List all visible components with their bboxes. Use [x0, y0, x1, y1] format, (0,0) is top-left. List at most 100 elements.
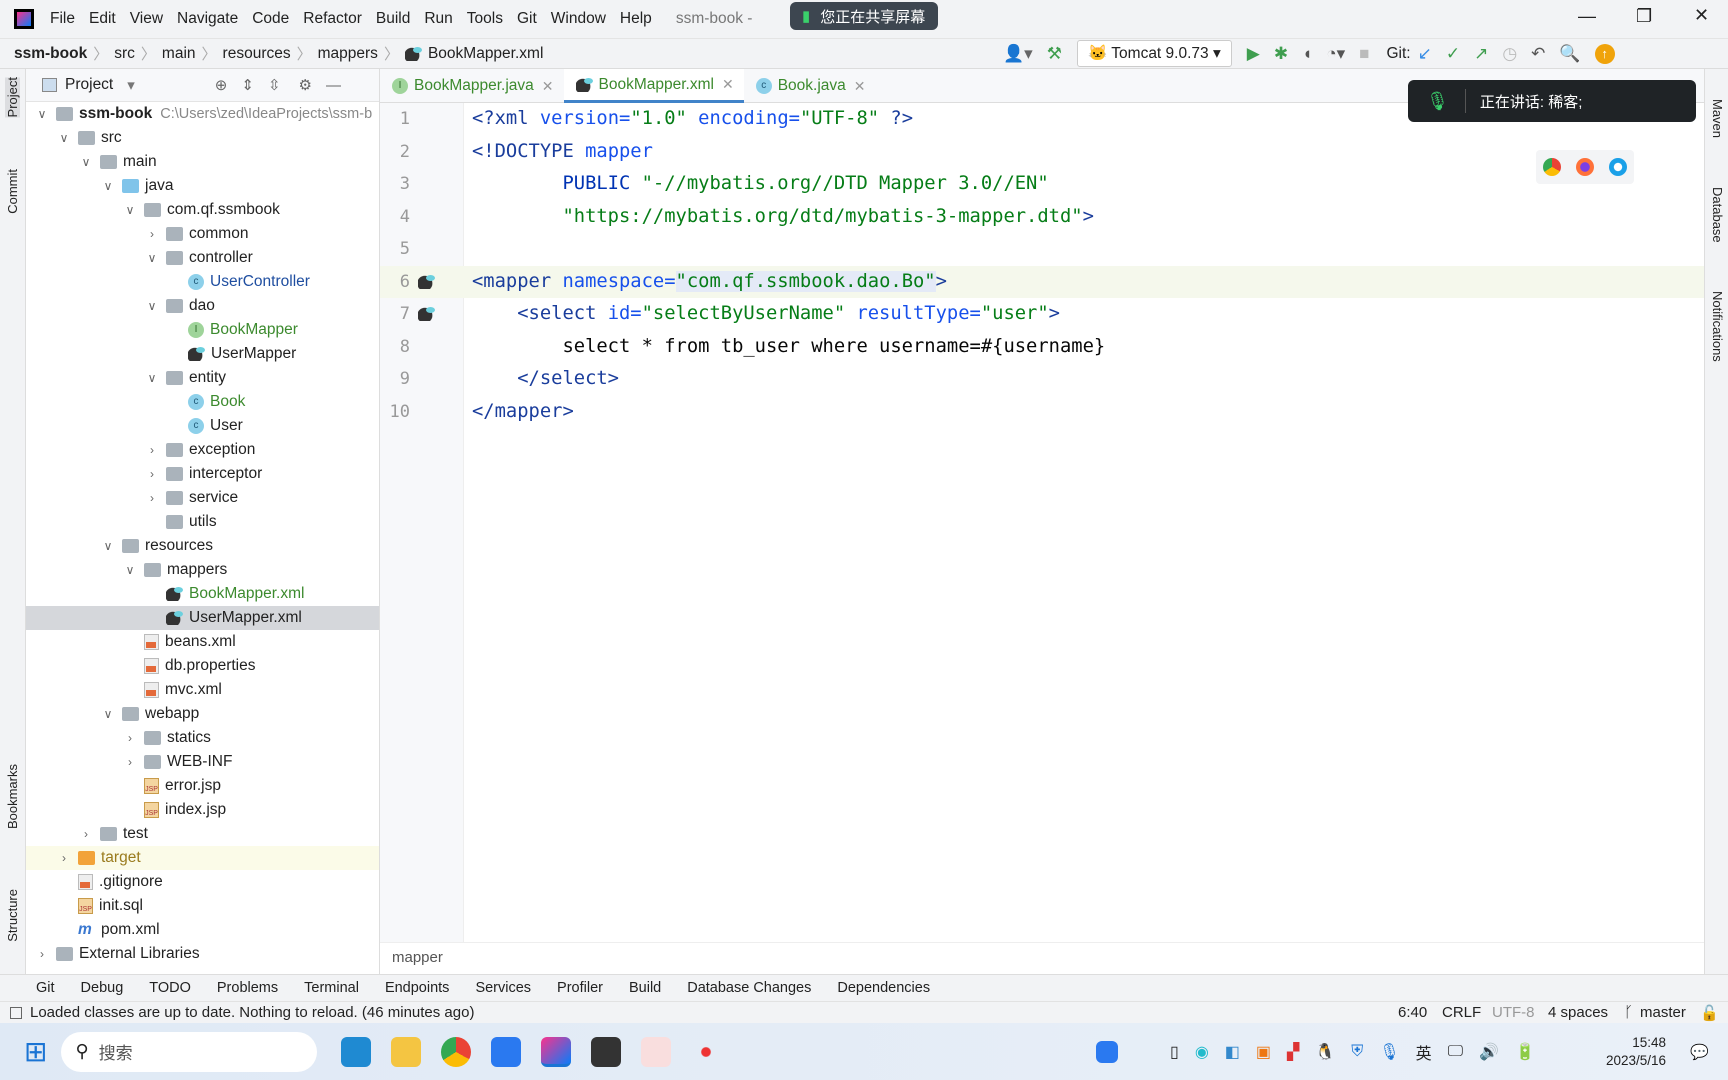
- tree-item[interactable]: › test: [26, 822, 379, 846]
- taskbar-search[interactable]: ⚲ 搜索: [61, 1031, 318, 1072]
- tencent-meeting-icon[interactable]: [491, 1036, 522, 1067]
- chevron-down-icon[interactable]: ∨: [100, 707, 116, 721]
- close-tab-icon[interactable]: ✕: [854, 78, 866, 95]
- chevron-right-icon[interactable]: ›: [78, 827, 94, 841]
- stop-icon[interactable]: ■: [1359, 44, 1369, 64]
- clock[interactable]: 15:48 2023/5/16: [1606, 1034, 1666, 1070]
- breadcrumb-item[interactable]: resources: [223, 45, 291, 63]
- chevron-right-icon[interactable]: ›: [144, 227, 160, 241]
- tool-tab-todo[interactable]: TODO: [149, 980, 191, 996]
- commit-tool-button[interactable]: Commit: [5, 169, 20, 214]
- maven-tool-button[interactable]: Maven: [1710, 99, 1725, 138]
- status-message[interactable]: Loaded classes are up to date. Nothing t…: [30, 1004, 474, 1021]
- coverage-icon[interactable]: ◖: [1302, 44, 1312, 64]
- minimize-button[interactable]: —: [1578, 6, 1596, 27]
- tool-tab-terminal[interactable]: Terminal: [304, 980, 359, 996]
- windows-start-icon[interactable]: ⊞: [24, 1035, 47, 1068]
- tool-tab-services[interactable]: Services: [475, 980, 531, 996]
- close-button[interactable]: ✕: [1694, 5, 1709, 26]
- tree-item[interactable]: c UserController: [26, 270, 379, 294]
- chevron-down-icon[interactable]: ∨: [100, 539, 116, 553]
- bookmarks-tool-button[interactable]: Bookmarks: [5, 764, 20, 829]
- breadcrumb-item[interactable]: ssm-book: [14, 45, 87, 63]
- tree-item[interactable]: utils: [26, 510, 379, 534]
- tab-bookmapper-java[interactable]: I BookMapper.java ✕: [380, 69, 564, 103]
- chevron-right-icon[interactable]: ›: [122, 755, 138, 769]
- tree-item[interactable]: ∨ ssm-book C:\Users\zed\IdeaProjects\ssm-b: [26, 102, 379, 126]
- intellij-icon[interactable]: [541, 1036, 572, 1067]
- profile-icon[interactable]: ◔▾: [1326, 44, 1345, 64]
- git-update-icon[interactable]: ↙: [1418, 44, 1432, 64]
- close-tab-icon[interactable]: ✕: [722, 76, 734, 93]
- project-view-select[interactable]: Project: [65, 76, 113, 94]
- git-commit-icon[interactable]: ✓: [1446, 44, 1460, 64]
- tree-item[interactable]: c Book: [26, 390, 379, 414]
- breadcrumb-mapper[interactable]: mapper: [392, 949, 443, 966]
- security-icon[interactable]: ⛨: [1351, 1043, 1363, 1061]
- close-tab-icon[interactable]: ✕: [542, 78, 554, 95]
- firefox-icon[interactable]: [1575, 158, 1594, 176]
- tray-app4-icon[interactable]: ▞: [1287, 1042, 1299, 1062]
- tree-item[interactable]: BookMapper.xml: [26, 582, 379, 606]
- chevron-down-icon[interactable]: ∨: [144, 299, 160, 313]
- tool-tab-problems[interactable]: Problems: [217, 980, 278, 996]
- tree-item[interactable]: ∨ webapp: [26, 702, 379, 726]
- tree-item[interactable]: mvc.xml: [26, 678, 379, 702]
- tree-item[interactable]: ∨ mappers: [26, 558, 379, 582]
- notification-center-icon[interactable]: 💬: [1690, 1043, 1709, 1061]
- tree-item[interactable]: › External Libraries: [26, 942, 379, 966]
- update-icon[interactable]: ↑: [1594, 43, 1615, 64]
- tree-item[interactable]: I BookMapper: [26, 318, 379, 342]
- tree-item[interactable]: ∨ main: [26, 150, 379, 174]
- run-config-select[interactable]: 🐱 Tomcat 9.0.73 ▾: [1076, 40, 1232, 67]
- chevron-down-icon[interactable]: ∨: [122, 563, 138, 577]
- tree-item[interactable]: beans.xml: [26, 630, 379, 654]
- status-toggle-icon[interactable]: [10, 1006, 22, 1019]
- tree-item[interactable]: › target: [26, 846, 379, 870]
- menu-tools[interactable]: Tools: [467, 10, 503, 27]
- chevron-right-icon[interactable]: ›: [144, 491, 160, 505]
- qq-icon[interactable]: 🐧: [1315, 1042, 1335, 1062]
- menu-build[interactable]: Build: [376, 10, 410, 27]
- battery-icon[interactable]: 🔋: [1515, 1042, 1535, 1062]
- search-icon[interactable]: 🔍: [1559, 44, 1580, 64]
- tool-tab-dependencies[interactable]: Dependencies: [837, 980, 930, 996]
- mybatis-gutter-icon[interactable]: [418, 274, 435, 289]
- breadcrumb-item[interactable]: mappers: [318, 45, 378, 63]
- chat-icon[interactable]: [641, 1036, 672, 1067]
- history-icon[interactable]: ◷: [1502, 44, 1517, 64]
- git-branch[interactable]: master: [1640, 1004, 1686, 1021]
- gear-icon[interactable]: ⚙: [299, 76, 312, 94]
- tree-item[interactable]: db.properties: [26, 654, 379, 678]
- tree-item[interactable]: UserMapper: [26, 342, 379, 366]
- mybatis-gutter-icon[interactable]: [418, 307, 435, 321]
- user-icon[interactable]: 👤▾: [1003, 44, 1033, 64]
- line-separator[interactable]: CRLF: [1442, 1004, 1481, 1021]
- collapse-all-icon[interactable]: ⇳: [268, 76, 281, 94]
- expand-all-icon[interactable]: ⇕: [241, 76, 254, 94]
- menu-run[interactable]: Run: [424, 10, 452, 27]
- volume-icon[interactable]: 🔊: [1479, 1042, 1499, 1062]
- caret-position[interactable]: 6:40: [1398, 1004, 1427, 1021]
- tree-item[interactable]: ∨ src: [26, 126, 379, 150]
- tree-item[interactable]: ∨ entity: [26, 366, 379, 390]
- tree-item[interactable]: c User: [26, 414, 379, 438]
- menu-git[interactable]: Git: [517, 10, 537, 27]
- restore-button[interactable]: ❐: [1636, 6, 1652, 27]
- chevron-right-icon[interactable]: ›: [56, 851, 72, 865]
- recorder-icon[interactable]: [691, 1036, 722, 1067]
- meeting-tray-icon[interactable]: [1096, 1040, 1118, 1063]
- menu-edit[interactable]: Edit: [89, 10, 116, 27]
- tree-item[interactable]: UserMapper.xml: [26, 606, 379, 630]
- locate-icon[interactable]: ⊕: [215, 76, 228, 94]
- tool-tab-profiler[interactable]: Profiler: [557, 980, 603, 996]
- tree-item[interactable]: JSP index.jsp: [26, 798, 379, 822]
- build-hammer-icon[interactable]: ⚒: [1047, 44, 1062, 64]
- menu-file[interactable]: File: [50, 10, 75, 27]
- run-icon[interactable]: ▶: [1247, 44, 1260, 64]
- file-encoding[interactable]: UTF-8: [1492, 1004, 1535, 1021]
- tree-item[interactable]: › service: [26, 486, 379, 510]
- tray-app3-icon[interactable]: ▣: [1256, 1042, 1271, 1062]
- chevron-down-icon[interactable]: ∨: [56, 131, 72, 145]
- tree-item[interactable]: JSP error.jsp: [26, 774, 379, 798]
